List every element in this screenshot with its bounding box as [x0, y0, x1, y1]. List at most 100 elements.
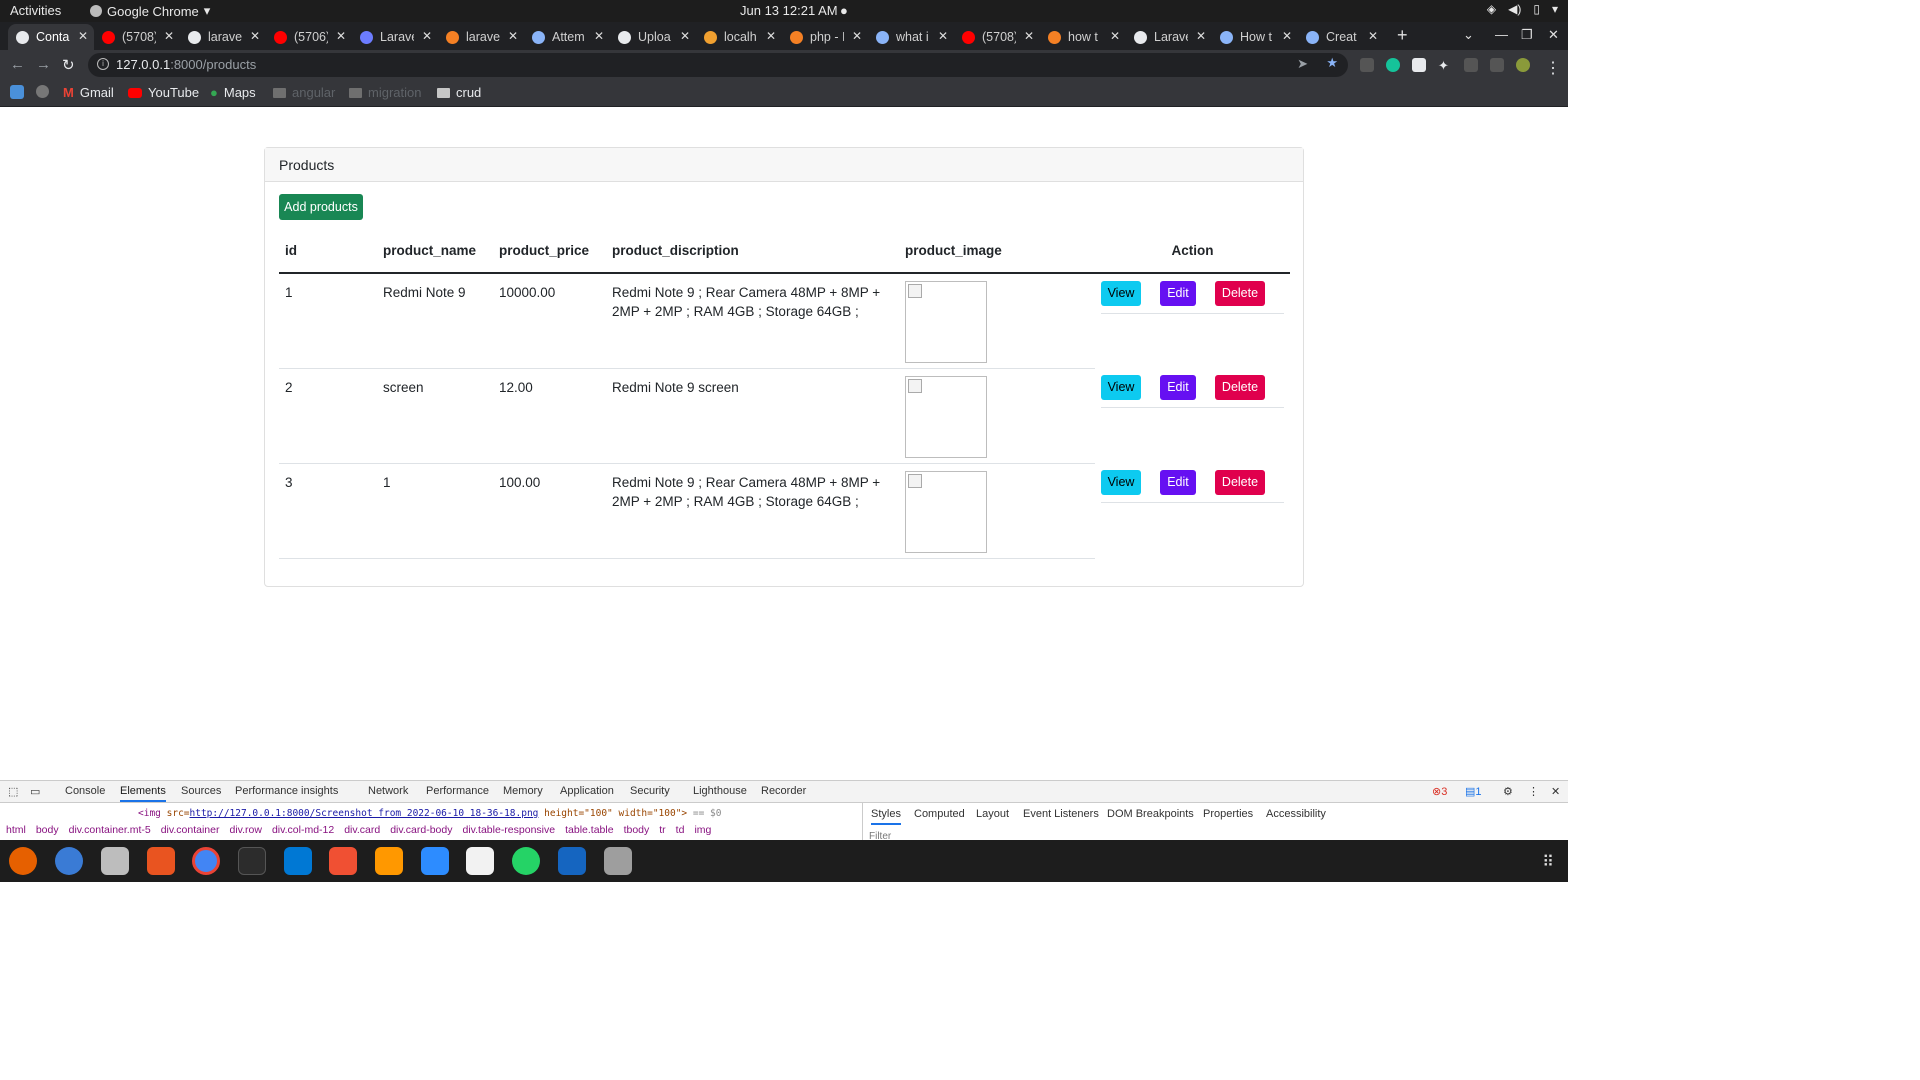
whatsapp-icon[interactable]	[512, 847, 540, 875]
address-bar[interactable]: i 127.0.0.1:8000/products ➤ ★	[88, 53, 1348, 77]
sidebar-tab-computed[interactable]: Computed	[914, 808, 965, 820]
software-center-icon[interactable]	[147, 847, 175, 875]
sidebar-tab-dom-breakpoints[interactable]: DOM Breakpoints	[1107, 808, 1194, 820]
terminal-icon[interactable]	[238, 847, 266, 875]
tab-close-icon[interactable]: ✕	[78, 29, 88, 43]
new-tab-button[interactable]: +	[1397, 25, 1408, 46]
dom-breadcrumb-item[interactable]: div.card	[344, 824, 380, 836]
browser-tab[interactable]: (5708) ✕	[94, 24, 180, 50]
bookmark-folder-angular[interactable]: angular	[273, 85, 335, 100]
close-window-icon[interactable]: ✕	[1548, 27, 1559, 43]
tab-close-icon[interactable]: ✕	[508, 29, 518, 43]
kebab-menu-icon[interactable]: ⋮	[1545, 58, 1561, 77]
window-app-icon[interactable]	[558, 847, 586, 875]
dom-breadcrumb-item[interactable]: tbody	[624, 824, 650, 836]
browser-tab[interactable]: larave ✕	[438, 24, 524, 50]
bookmark-star-icon[interactable]: ★	[1326, 55, 1338, 71]
bookmark-youtube[interactable]: YouTube	[128, 85, 199, 100]
devtools-tab-network[interactable]: Network	[368, 785, 408, 797]
sidebar-tab-properties[interactable]: Properties	[1203, 808, 1253, 820]
devtools-tab-console[interactable]: Console	[65, 785, 105, 797]
tab-close-icon[interactable]: ✕	[938, 29, 948, 43]
browser-tab[interactable]: Creat ✕	[1298, 24, 1384, 50]
sidebar-tab-layout[interactable]: Layout	[976, 808, 1009, 820]
browser-tab[interactable]: How t ✕	[1212, 24, 1298, 50]
add-products-button[interactable]: Add products	[279, 194, 363, 220]
view-button[interactable]: View	[1101, 281, 1141, 306]
send-icon[interactable]: ➤	[1297, 56, 1308, 72]
system-tray[interactable]: ◈ ◀) ▯ ▾	[1487, 2, 1558, 16]
sidebar-tab-event-listeners[interactable]: Event Listeners	[1023, 808, 1099, 820]
browser-tab[interactable]: Uploa ✕	[610, 24, 696, 50]
devtools-tab-performance[interactable]: Performance	[426, 785, 489, 797]
browser-tab[interactable]: what i ✕	[868, 24, 954, 50]
extension-icon[interactable]	[1360, 58, 1374, 72]
dom-breadcrumb-item[interactable]: div.col-md-12	[272, 824, 334, 836]
browser-tab[interactable]: Attem ✕	[524, 24, 610, 50]
browser-tab[interactable]: php - I ✕	[782, 24, 868, 50]
tab-close-icon[interactable]: ✕	[422, 29, 432, 43]
dom-breadcrumb-item[interactable]: div.container	[161, 824, 220, 836]
delete-button[interactable]: Delete	[1215, 375, 1265, 400]
devtools-tab-recorder[interactable]: Recorder	[761, 785, 806, 797]
dom-breadcrumb-item[interactable]: div.table-responsive	[462, 824, 555, 836]
extension-b-icon[interactable]	[1412, 58, 1426, 72]
error-count-badge[interactable]: ⊗3	[1432, 785, 1447, 798]
dom-breadcrumb-item[interactable]: div.row	[229, 824, 261, 836]
app-icon[interactable]	[466, 847, 494, 875]
puzzle-icon[interactable]: ✦	[1438, 58, 1452, 73]
globe-icon[interactable]	[36, 85, 49, 98]
device-toolbar-icon[interactable]: ▭	[30, 785, 40, 798]
maximize-icon[interactable]: ❐	[1521, 27, 1533, 43]
tab-search-icon[interactable]: ⌄	[1463, 27, 1474, 43]
show-applications-icon[interactable]: ⠿	[1542, 852, 1554, 872]
browser-tab[interactable]: Larave ✕	[1126, 24, 1212, 50]
edit-button[interactable]: Edit	[1160, 281, 1196, 306]
bookmark-folder-migration[interactable]: migration	[349, 85, 421, 100]
devtools-tab-application[interactable]: Application	[560, 785, 614, 797]
screenshot-app-icon[interactable]	[604, 847, 632, 875]
devtools-tab-memory[interactable]: Memory	[503, 785, 543, 797]
devtools-tab-lighthouse[interactable]: Lighthouse	[693, 785, 747, 797]
delete-button[interactable]: Delete	[1215, 470, 1265, 495]
browser-tab[interactable]: localh ✕	[696, 24, 782, 50]
site-info-icon[interactable]: i	[97, 58, 109, 70]
devtools-tab-performance-insights[interactable]: Performance insights	[235, 785, 338, 797]
devtools-tab-sources[interactable]: Sources	[181, 785, 221, 797]
vscode-icon[interactable]	[284, 847, 312, 875]
dom-breadcrumb-item[interactable]: tr	[659, 824, 665, 836]
grammarly-icon[interactable]	[1386, 58, 1400, 72]
browser-tab[interactable]: how t ✕	[1040, 24, 1126, 50]
apps-icon[interactable]	[10, 85, 24, 99]
devtools-menu-icon[interactable]: ⋮	[1528, 785, 1539, 798]
git-app-icon[interactable]	[329, 847, 357, 875]
reload-icon[interactable]: ↻	[62, 56, 75, 74]
tab-close-icon[interactable]: ✕	[1024, 29, 1034, 43]
zoom-icon[interactable]	[421, 847, 449, 875]
bookmark-gmail[interactable]: M Gmail	[63, 85, 114, 100]
browser-tab[interactable]: (5708) ✕	[954, 24, 1040, 50]
files-icon[interactable]	[101, 847, 129, 875]
app-menu[interactable]: Google Chrome ▾	[90, 3, 210, 19]
reading-list-icon[interactable]	[1464, 58, 1478, 72]
message-count-badge[interactable]: ▤1	[1465, 785, 1482, 798]
view-button[interactable]: View	[1101, 470, 1141, 495]
thunderbird-icon[interactable]	[55, 847, 83, 875]
minimize-icon[interactable]: —	[1495, 27, 1508, 42]
tab-close-icon[interactable]: ✕	[250, 29, 260, 43]
edit-button[interactable]: Edit	[1160, 375, 1196, 400]
img-src-link[interactable]: http://127.0.0.1:8000/Screenshot from 20…	[190, 808, 539, 819]
browser-tab[interactable]: (5706) ✕	[266, 24, 352, 50]
dom-breadcrumb-item[interactable]: div.container.mt-5	[69, 824, 151, 836]
tab-close-icon[interactable]: ✕	[680, 29, 690, 43]
activities-button[interactable]: Activities	[10, 3, 61, 18]
firefox-icon[interactable]	[9, 847, 37, 875]
clock[interactable]: Jun 13 12:21 AM	[740, 3, 838, 18]
bookmark-folder-crud[interactable]: crud	[437, 85, 481, 100]
tab-close-icon[interactable]: ✕	[1368, 29, 1378, 43]
bookmark-maps[interactable]: ● Maps	[210, 85, 256, 100]
tab-close-icon[interactable]: ✕	[1282, 29, 1292, 43]
sidebar-tab-accessibility[interactable]: Accessibility	[1266, 808, 1326, 820]
dom-tree-selected-line[interactable]: <img src=http://127.0.0.1:8000/Screensho…	[0, 808, 855, 819]
sublime-text-icon[interactable]	[375, 847, 403, 875]
